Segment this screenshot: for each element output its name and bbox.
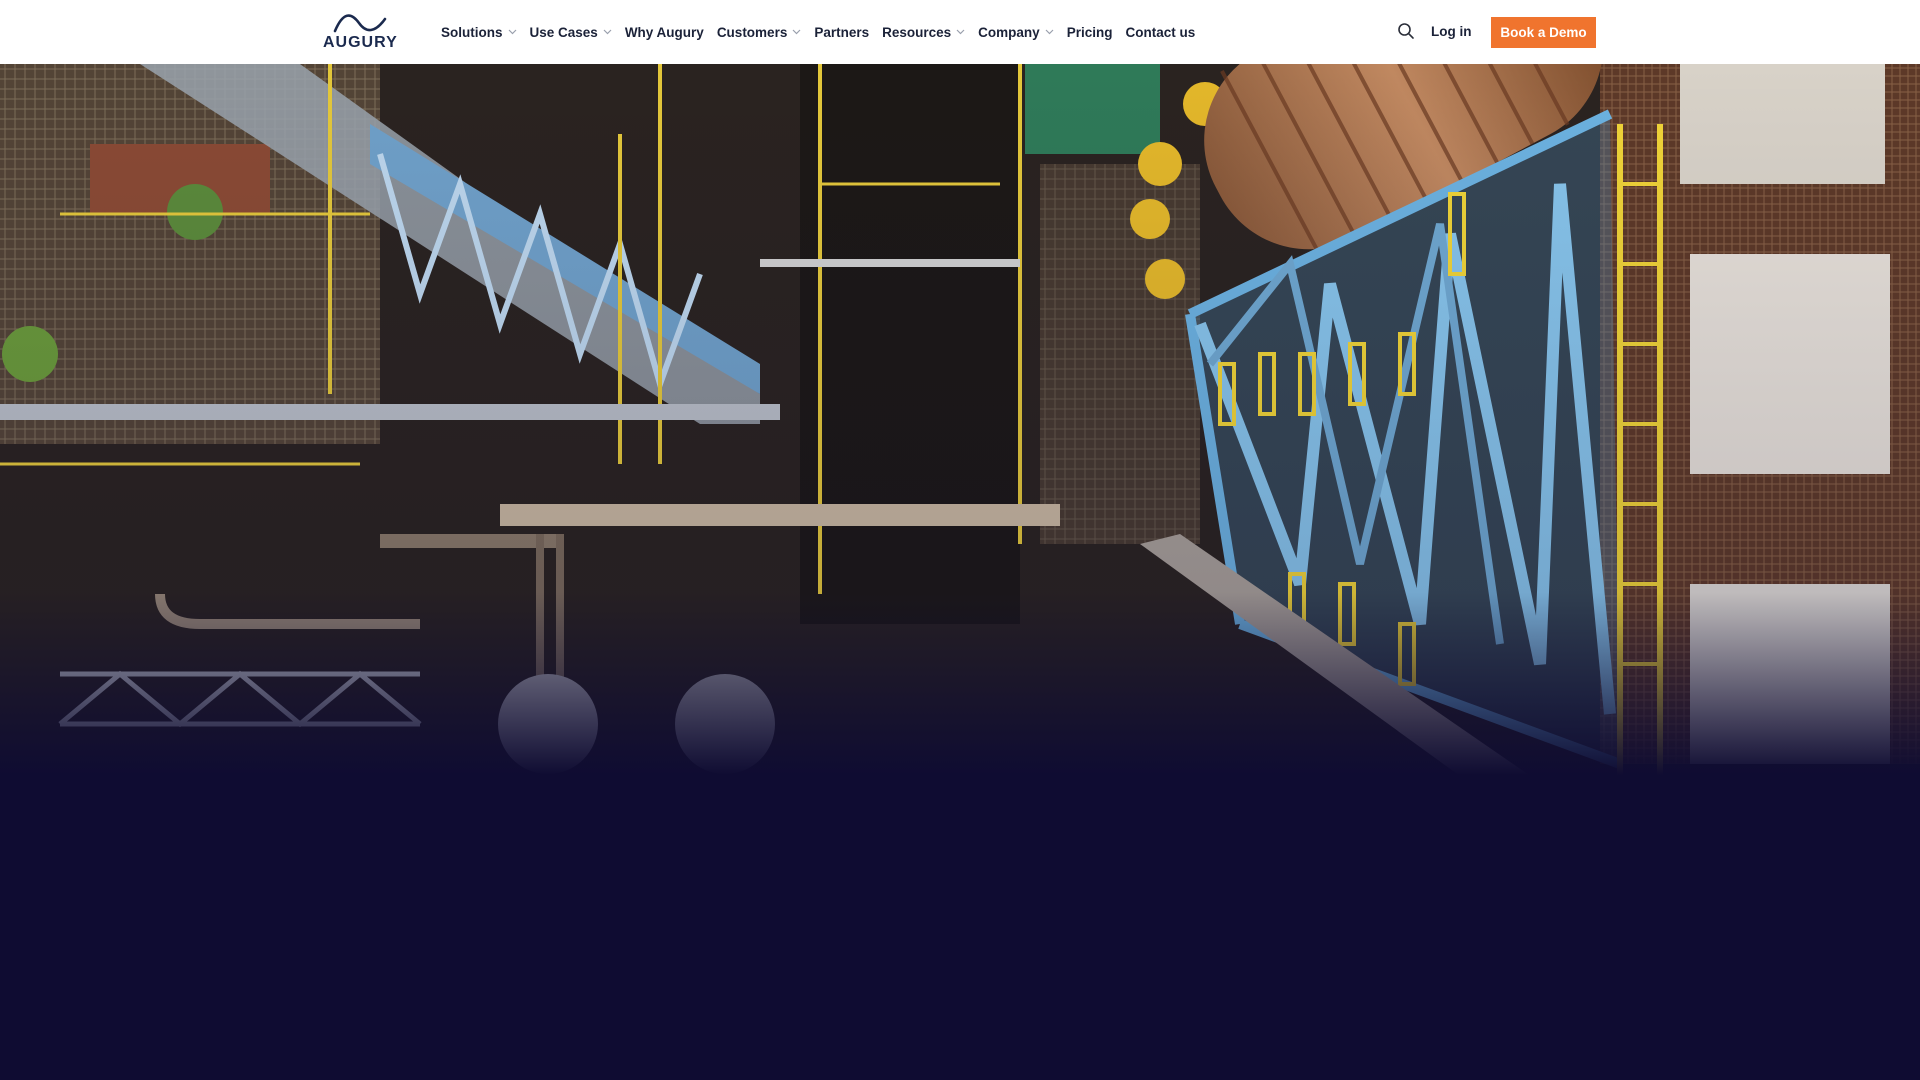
nav-item-customers[interactable]: Customers bbox=[717, 25, 802, 40]
nav-label: Resources bbox=[882, 24, 952, 40]
chevron-down-icon bbox=[603, 29, 612, 35]
nav-label: Contact us bbox=[1125, 24, 1196, 40]
nav-label: Solutions bbox=[441, 24, 503, 40]
nav-label: Use Cases bbox=[529, 24, 598, 40]
login-link[interactable]: Log in bbox=[1431, 24, 1472, 39]
nav-item-partners[interactable]: Partners bbox=[814, 25, 869, 40]
nav-label: Partners bbox=[814, 24, 870, 40]
chevron-down-icon bbox=[792, 29, 801, 35]
logo-text: AUGURY bbox=[323, 34, 398, 51]
nav-item-company[interactable]: Company bbox=[978, 25, 1054, 40]
search-icon[interactable] bbox=[1397, 22, 1415, 40]
nav-item-solutions[interactable]: Solutions bbox=[441, 25, 517, 40]
augury-logo[interactable]: AUGURY bbox=[323, 14, 401, 52]
book-demo-button[interactable]: Book a Demo bbox=[1491, 17, 1596, 48]
nav-item-use-cases[interactable]: Use Cases bbox=[530, 25, 612, 40]
main-nav: Solutions Use Cases Why Augury Customers… bbox=[441, 0, 1208, 64]
nav-item-resources[interactable]: Resources bbox=[882, 25, 965, 40]
logo-wave-icon bbox=[333, 14, 387, 33]
nav-label: Why Augury bbox=[624, 24, 704, 40]
nav-label: Customers bbox=[716, 24, 788, 40]
hero-section bbox=[0, 64, 1920, 1080]
hero-industrial-image bbox=[0, 64, 1920, 1080]
nav-label: Pricing bbox=[1066, 24, 1113, 40]
chevron-down-icon bbox=[508, 29, 516, 35]
chevron-down-icon bbox=[1045, 29, 1054, 35]
nav-item-contact-us[interactable]: Contact us bbox=[1125, 25, 1195, 40]
chevron-down-icon bbox=[956, 29, 965, 35]
nav-label: Company bbox=[978, 24, 1040, 40]
site-header: AUGURY Solutions Use Cases Why Augury Cu… bbox=[0, 0, 1920, 64]
nav-item-pricing[interactable]: Pricing bbox=[1067, 25, 1113, 40]
nav-item-why-augury[interactable]: Why Augury bbox=[625, 25, 704, 40]
